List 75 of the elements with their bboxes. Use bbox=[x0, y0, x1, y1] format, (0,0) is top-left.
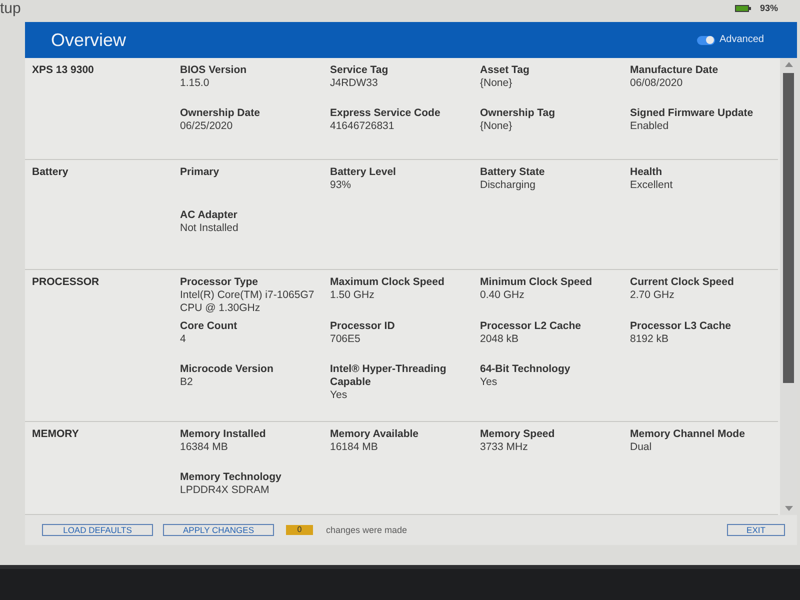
field-value: Yes bbox=[480, 376, 498, 389]
field-label: Primary bbox=[180, 166, 220, 179]
field-value: Dual bbox=[630, 441, 653, 454]
section-title: MEMORY bbox=[32, 428, 80, 441]
field-label: Processor ID bbox=[330, 320, 396, 333]
field-label: AC Adapter bbox=[180, 209, 238, 222]
field-label: Asset Tag bbox=[480, 64, 530, 77]
field-value: 4 bbox=[180, 333, 187, 346]
field-label: Ownership Date bbox=[180, 107, 261, 120]
battery-icon bbox=[734, 5, 751, 12]
field-label: Maximum Clock Speed bbox=[330, 276, 446, 289]
field-value: 2048 kB bbox=[480, 333, 520, 346]
field-label: Battery Level bbox=[330, 166, 397, 179]
field-label: Microcode Version bbox=[180, 363, 274, 376]
field-label: Current Clock Speed bbox=[630, 276, 735, 289]
toggle-label: Advanced bbox=[720, 34, 764, 46]
field-value: {None} bbox=[480, 77, 514, 90]
field-label: Service Tag bbox=[330, 64, 390, 77]
field-value: 06/08/2020 bbox=[630, 77, 684, 90]
field-value: {None} bbox=[480, 120, 514, 133]
section-title: Battery bbox=[32, 166, 70, 179]
field-label: Memory Technology bbox=[180, 471, 282, 484]
field-label: Health bbox=[630, 166, 664, 179]
advanced-toggle[interactable] bbox=[696, 36, 715, 44]
exit-button[interactable]: EXIT bbox=[727, 524, 785, 536]
footer-button[interactable]: LOAD DEFAULTS bbox=[42, 524, 153, 536]
field-value: Intel(R) Core(TM) i7-1065G7 CPU @ 1.30GHz bbox=[180, 289, 316, 315]
field-label: Processor Type bbox=[180, 276, 260, 289]
field-label: Memory Available bbox=[330, 428, 420, 441]
field-value: Discharging bbox=[480, 179, 536, 192]
field-label: Memory Channel Mode bbox=[630, 428, 746, 441]
footer-button[interactable]: APPLY CHANGES bbox=[163, 524, 274, 536]
field-value: Yes bbox=[330, 389, 348, 402]
field-value: 3733 MHz bbox=[480, 441, 529, 454]
field-label: Intel® Hyper-Threading Capable bbox=[330, 363, 448, 389]
scrollbar-thumb[interactable] bbox=[783, 73, 794, 383]
change-count: 0 bbox=[286, 525, 313, 535]
field-value: 0.40 GHz bbox=[480, 289, 526, 302]
field-label: Signed Firmware Update bbox=[630, 107, 754, 120]
field-value: 1.50 GHz bbox=[330, 289, 376, 302]
field-label: Memory Installed bbox=[180, 428, 267, 441]
field-value: 8192 kB bbox=[630, 333, 670, 346]
field-label: Processor L2 Cache bbox=[480, 320, 582, 333]
field-value: Excellent bbox=[630, 179, 674, 192]
field-value: B2 bbox=[180, 376, 194, 389]
field-label: Processor L3 Cache bbox=[630, 320, 732, 333]
field-value: Not Installed bbox=[180, 222, 240, 235]
field-value: 16184 MB bbox=[330, 441, 379, 454]
field-label: 64-Bit Technology bbox=[480, 363, 572, 376]
section-title: XPS 13 9300 bbox=[32, 64, 95, 77]
field-label: Minimum Clock Speed bbox=[480, 276, 594, 289]
change-status-text: changes were made bbox=[326, 524, 408, 536]
field-value: 16384 MB bbox=[180, 441, 229, 454]
field-label: Ownership Tag bbox=[480, 107, 556, 120]
field-value: 2.70 GHz bbox=[630, 289, 676, 302]
field-value: LPDDR4X SDRAM bbox=[180, 484, 270, 497]
scroll-down-icon[interactable] bbox=[784, 506, 792, 511]
field-label: Memory Speed bbox=[480, 428, 556, 441]
field-value: J4RDW33 bbox=[330, 77, 379, 90]
field-value: 41646726831 bbox=[330, 120, 396, 133]
field-value: 93% bbox=[330, 179, 352, 192]
section-title: PROCESSOR bbox=[32, 276, 100, 289]
battery-percentage: 93% bbox=[760, 3, 778, 14]
field-value: 706E5 bbox=[330, 333, 362, 346]
field-label: Express Service Code bbox=[330, 107, 442, 120]
field-label: Battery State bbox=[480, 166, 546, 179]
page-title: Overview bbox=[51, 29, 126, 51]
field-value: 1.15.0 bbox=[180, 77, 210, 90]
field-label: Manufacture Date bbox=[630, 64, 720, 77]
scroll-up-icon[interactable] bbox=[784, 62, 792, 67]
field-value: 06/25/2020 bbox=[180, 120, 234, 133]
screen-title: tup bbox=[0, 0, 21, 17]
field-value: Enabled bbox=[630, 120, 670, 133]
field-label: BIOS Version bbox=[180, 64, 248, 77]
field-label: Core Count bbox=[180, 320, 238, 333]
